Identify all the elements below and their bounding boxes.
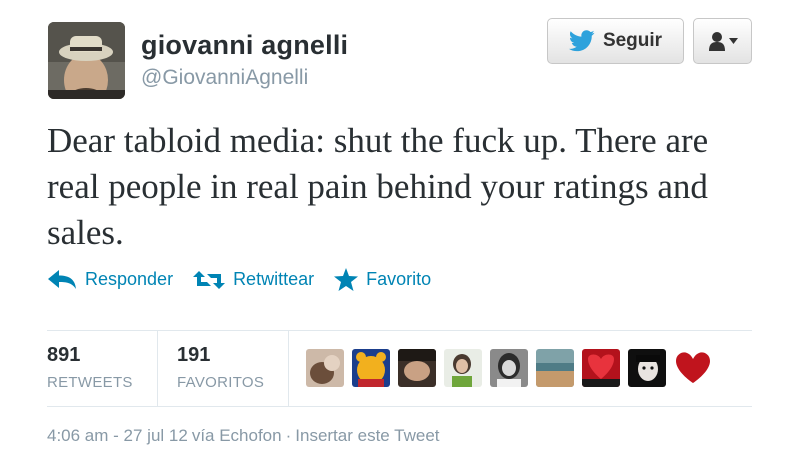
stats-divider xyxy=(288,331,289,406)
favorites-stat[interactable]: 191 FAVORITOS xyxy=(177,331,264,406)
user-avatar[interactable] xyxy=(48,22,125,99)
person-icon xyxy=(708,32,725,51)
favorite-action[interactable]: Favorito xyxy=(334,268,431,291)
tweet-footer: 4:06 am - 27 jul 12 vía Echofon · Insert… xyxy=(47,426,440,446)
favoriter-avatar-5 xyxy=(490,349,528,387)
reply-icon xyxy=(48,269,76,289)
retweets-count: 891 xyxy=(47,344,81,366)
favorites-label: FAVORITOS xyxy=(177,374,265,391)
embed-tweet-link[interactable]: Insertar este Tweet xyxy=(295,426,439,446)
favorites-count: 191 xyxy=(177,344,211,366)
favoriters-list xyxy=(306,349,712,387)
tweet-source[interactable]: vía Echofon xyxy=(192,426,282,446)
stats-top-divider xyxy=(47,330,752,331)
retweets-stat[interactable]: 891 RETWEETS xyxy=(47,331,133,406)
favoriter-avatar[interactable] xyxy=(582,349,620,387)
user-name[interactable]: giovanni agnelli xyxy=(141,30,348,61)
tweet-timestamp[interactable]: 4:06 am - 27 jul 12 xyxy=(47,426,188,446)
favoriter-avatar-9 xyxy=(674,349,712,387)
retweet-action[interactable]: Retwittear xyxy=(193,269,314,291)
favoriter-avatar-7 xyxy=(582,349,620,387)
favoriter-avatar[interactable] xyxy=(306,349,344,387)
favoriter-avatar[interactable] xyxy=(490,349,528,387)
user-actions-menu-button[interactable] xyxy=(693,18,752,64)
reply-label: Responder xyxy=(85,269,174,289)
favoriter-avatar-8 xyxy=(628,349,666,387)
favoriter-avatar-3 xyxy=(398,349,436,387)
twitter-bird-icon xyxy=(568,30,595,52)
footer-separator: · xyxy=(285,426,292,445)
tweet-actions: Responder Retwittear Favorito xyxy=(47,268,451,291)
profile-photo xyxy=(48,22,125,99)
favoriter-avatar[interactable] xyxy=(444,349,482,387)
stats-bottom-divider xyxy=(47,406,752,407)
favoriter-avatar-6 xyxy=(536,349,574,387)
follow-button[interactable]: Seguir xyxy=(547,18,684,64)
stats-divider xyxy=(157,331,158,406)
favoriter-avatar[interactable] xyxy=(398,349,436,387)
favoriter-avatar[interactable] xyxy=(352,349,390,387)
favoriter-avatar[interactable] xyxy=(674,349,712,387)
favoriter-avatar-1 xyxy=(306,349,344,387)
reply-action[interactable]: Responder xyxy=(47,269,173,290)
favoriter-avatar-4 xyxy=(444,349,482,387)
favoriter-avatar-2 xyxy=(352,349,390,387)
favoriter-avatar[interactable] xyxy=(536,349,574,387)
favoriter-avatar[interactable] xyxy=(628,349,666,387)
favorite-label: Favorito xyxy=(366,269,432,289)
chevron-down-icon xyxy=(728,38,738,44)
user-handle[interactable]: @GiovanniAgnelli xyxy=(141,66,308,90)
tweet-text: Dear tabloid media: shut the fuck up. Th… xyxy=(47,121,709,252)
retweet-label: Retwittear xyxy=(233,269,315,289)
retweets-label: RETWEETS xyxy=(47,374,133,391)
retweet-icon xyxy=(193,270,226,289)
star-icon xyxy=(334,268,359,291)
follow-button-label: Seguir xyxy=(602,30,663,51)
